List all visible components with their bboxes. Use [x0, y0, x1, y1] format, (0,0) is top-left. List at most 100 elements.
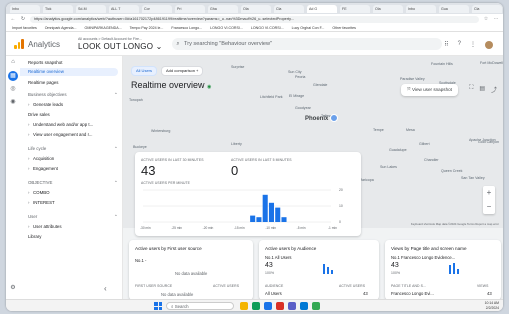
views-row-name: Francesco Longo Evi... [391, 291, 434, 296]
audience-title: Active users by Audience [265, 246, 317, 251]
star-icon[interactable]: ☆ [483, 16, 489, 22]
sidebar-item[interactable]: Realtime overview [20, 68, 118, 76]
bookmark-item[interactable]: LONGO VI.CORSI... [251, 26, 284, 30]
bar[interactable] [250, 215, 256, 222]
explore-icon[interactable]: ◎ [6, 83, 20, 96]
bar[interactable] [281, 217, 287, 222]
browser-tab[interactable]: Sd-M [76, 4, 106, 13]
property-selector[interactable]: LOOK OUT LONGO ⌄ [78, 42, 162, 51]
browser-tab[interactable]: Gha [208, 4, 238, 13]
sidebar-item[interactable]: › Understand web and/or app t... [28, 122, 93, 127]
bookmark-item[interactable]: Other favorites [332, 26, 356, 30]
browser-tab[interactable]: Pri [175, 4, 205, 13]
fullscreen-icon[interactable]: ⛶ [469, 85, 473, 94]
analytics-logo [14, 39, 24, 49]
system-tray[interactable]: 10:14 AM 2/2/2024 [485, 301, 499, 310]
outlook-icon[interactable] [300, 302, 308, 310]
reports-icon[interactable]: ▦ [8, 71, 18, 81]
sidebar-item-label: Acquisition [33, 156, 55, 161]
chrome-icon[interactable] [312, 302, 320, 310]
browser-tab[interactable]: Tick [43, 4, 73, 13]
sidebar-item[interactable]: › Engagement [28, 166, 58, 171]
sidebar-item[interactable]: ⌃ User [28, 214, 118, 219]
bookmark-item[interactable]: Francesco Longo... [171, 26, 202, 30]
file-explorer-icon[interactable] [240, 302, 248, 310]
sidebar-item[interactable]: › Acquisition [28, 156, 54, 161]
store-icon[interactable] [252, 302, 260, 310]
office-icon[interactable] [276, 302, 284, 310]
bookmark-item[interactable]: LONGO VI.CORSI... [210, 26, 243, 30]
all-users-chip[interactable]: All Users [131, 66, 158, 76]
browser-tab[interactable]: Inbo [10, 4, 40, 13]
browser-tab[interactable]: Ola [241, 4, 271, 13]
sidebar-item[interactable]: Realtime pages [28, 80, 59, 85]
bookmark-item[interactable]: OMNIPARKAGENDA... [85, 26, 122, 30]
zoom-out-icon[interactable]: − [483, 200, 495, 214]
back-icon[interactable]: ← [10, 16, 16, 22]
breadcrumb[interactable]: All accounts > Default Account for Fire.… [78, 37, 142, 41]
view-user-snapshot-button[interactable]: ⤧ View user snapshot [401, 84, 458, 96]
browser-tab[interactable]: Gua [439, 4, 469, 13]
start-windows-icon[interactable] [154, 302, 162, 310]
advertising-icon[interactable]: ◉ [6, 96, 20, 109]
apps-grid-icon[interactable]: ⠿ [444, 41, 448, 49]
bookmark-item[interactable]: Lucy Orghai Con F... [292, 26, 325, 30]
help-icon[interactable]: ? [458, 41, 461, 49]
sidebar-item[interactable]: ⌃ OBJECTIVE [28, 180, 118, 185]
search-input[interactable]: ⌕ Try searching "Behaviour overview" [172, 38, 442, 50]
sidebar-item[interactable]: › View user engagement and r... [28, 132, 92, 137]
y-tick-label: 10 [339, 204, 343, 208]
zoom-in-icon[interactable]: + [483, 186, 495, 200]
url-field[interactable]: https://analytics.google.com/analytics/w… [30, 15, 479, 23]
bar[interactable] [268, 202, 274, 222]
map-attribution: Keyboard shortcuts Map data ©2024 Google… [410, 222, 499, 226]
sidebar-item[interactable]: › User attributes [28, 224, 62, 229]
browser-tab[interactable]: Ola [373, 4, 403, 13]
map-user-location-dot[interactable] [330, 114, 338, 122]
map-place-label: Fort McDowell [480, 61, 503, 65]
header-actions: ⠿ ? ⋮ [444, 41, 493, 49]
share-icon[interactable]: ⤴ [491, 85, 497, 94]
browser-tab[interactable]: Cor [142, 4, 172, 13]
more-icon[interactable]: ⋮ [470, 41, 476, 49]
browser-tab[interactable]: Cla [274, 4, 304, 13]
map-place-label: Buckeye [133, 145, 147, 149]
taskbar-search[interactable]: ⌕ Search [166, 302, 234, 310]
left-rail: ⌂ ▦ ◎ ◉ ⚙ [6, 56, 20, 299]
edge-browser-icon[interactable] [264, 302, 272, 310]
reload-icon[interactable]: ↻ [20, 16, 26, 22]
browser-tab[interactable]: ALL T [109, 4, 139, 13]
add-comparison-button[interactable]: Add comparison + [161, 66, 204, 76]
sidebar-item-label: Drive sales [28, 112, 50, 117]
map-place-label: Peoria [295, 75, 306, 79]
sidebar-item[interactable]: ⌃ Business objectives [28, 92, 118, 97]
bookmark-item[interactable]: Import favorites [12, 26, 37, 30]
avatar[interactable] [485, 41, 493, 49]
teams-icon[interactable] [288, 302, 296, 310]
browser-tab[interactable]: Inbo [406, 4, 436, 13]
map-actions: ⛶ ▤ ⤴ [469, 85, 497, 94]
sidebar-item[interactable]: › INTEREST [28, 200, 55, 205]
sidebar-item[interactable]: Reports snapshot [28, 60, 62, 65]
home-icon[interactable]: ⌂ [6, 56, 20, 69]
sidebar-item[interactable]: › Generate leads [28, 102, 63, 107]
extensions-icon[interactable]: ⋯ [493, 16, 499, 22]
sidebar-item[interactable]: Library [28, 234, 41, 239]
bookmark-item[interactable]: Omnipark Agenda... [45, 26, 77, 30]
report-navigation: Reports snapshot Realtime overview Realtim… [20, 56, 123, 299]
browser-tab[interactable]: Ad G [307, 4, 337, 13]
browser-tab[interactable]: Cla [472, 4, 502, 13]
browser-tab[interactable]: FE [340, 4, 370, 13]
bar[interactable] [256, 217, 262, 222]
settings-gear-icon[interactable]: ⚙ [6, 282, 20, 295]
bookmark-item[interactable]: Tempo Pay 2024 le... [130, 26, 164, 30]
compare-icon[interactable]: ▤ [479, 85, 485, 94]
collapse-nav-icon[interactable]: ‹ [104, 284, 107, 293]
sidebar-item-label: Reports snapshot [28, 60, 63, 65]
bar[interactable] [275, 207, 281, 222]
sidebar-item[interactable]: Drive sales [28, 112, 50, 117]
sidebar-item[interactable]: › COMBO [28, 190, 50, 195]
bar[interactable] [262, 194, 268, 222]
sidebar-item[interactable]: ⌃ Life cycle [28, 146, 118, 151]
map-zoom-control[interactable]: + − [483, 186, 495, 214]
